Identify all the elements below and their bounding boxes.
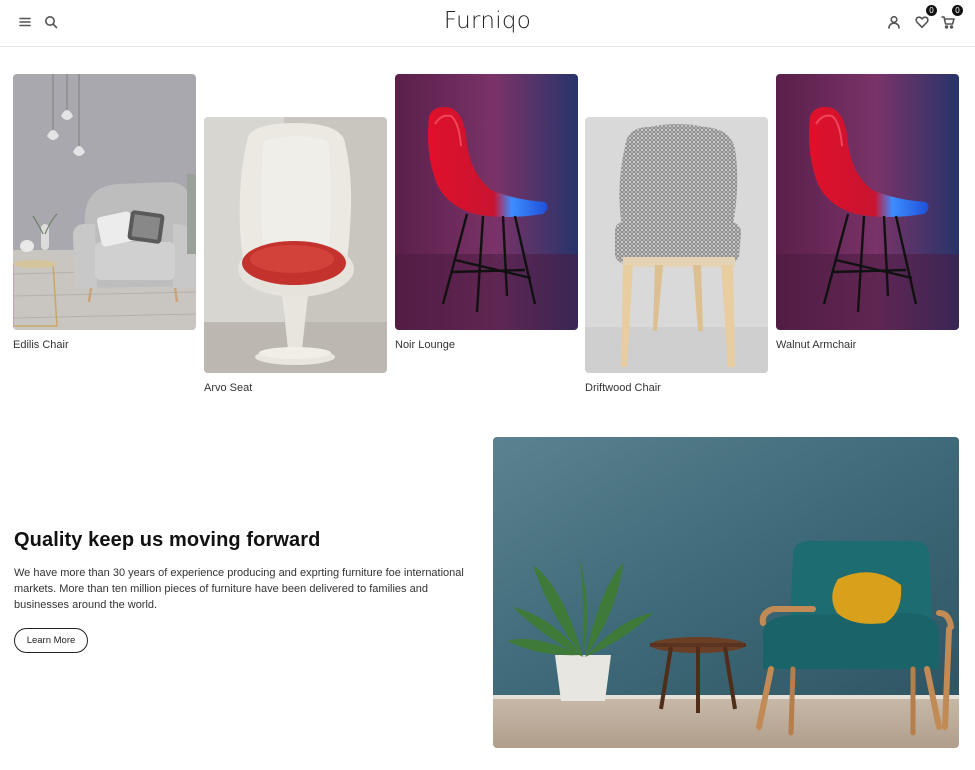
product-name[interactable]: Edilis Chair bbox=[13, 339, 196, 351]
wishlist-button[interactable]: 0 bbox=[912, 5, 937, 32]
heart-icon bbox=[915, 16, 929, 29]
product-card[interactable]: Walnut Armchair bbox=[776, 74, 959, 351]
learn-more-button[interactable]: Learn More bbox=[14, 628, 88, 653]
section-description: We have more than 30 years of experience… bbox=[14, 567, 464, 611]
brand-logo: Furniqo bbox=[0, 8, 975, 34]
cart-button[interactable]: 0 bbox=[938, 5, 963, 32]
product-card[interactable]: Noir Lounge bbox=[395, 74, 578, 351]
product-image[interactable] bbox=[204, 117, 387, 373]
user-icon[interactable] bbox=[884, 12, 904, 32]
brand-name[interactable]: Furniqo bbox=[444, 8, 531, 34]
site-header: Furniqo 0 0 bbox=[0, 0, 975, 47]
product-name[interactable]: Arvo Seat bbox=[204, 382, 387, 394]
cart-count-badge: 0 bbox=[952, 5, 963, 16]
search-icon[interactable] bbox=[41, 12, 61, 32]
menu-icon[interactable] bbox=[15, 12, 35, 32]
product-image[interactable] bbox=[395, 74, 578, 330]
product-image[interactable] bbox=[585, 117, 768, 373]
cart-icon bbox=[941, 16, 955, 29]
hero-image bbox=[493, 437, 959, 748]
product-card[interactable]: Arvo Seat bbox=[204, 117, 387, 394]
product-name[interactable]: Walnut Armchair bbox=[776, 339, 959, 351]
product-card[interactable]: Driftwood Chair bbox=[585, 117, 768, 394]
product-card[interactable]: Edilis Chair bbox=[13, 74, 196, 351]
product-image[interactable] bbox=[776, 74, 959, 330]
product-image[interactable] bbox=[13, 74, 196, 330]
wishlist-count-badge: 0 bbox=[926, 5, 937, 16]
product-name[interactable]: Noir Lounge bbox=[395, 339, 578, 351]
product-name[interactable]: Driftwood Chair bbox=[585, 382, 768, 394]
section-title: Quality keep us moving forward bbox=[14, 529, 321, 551]
